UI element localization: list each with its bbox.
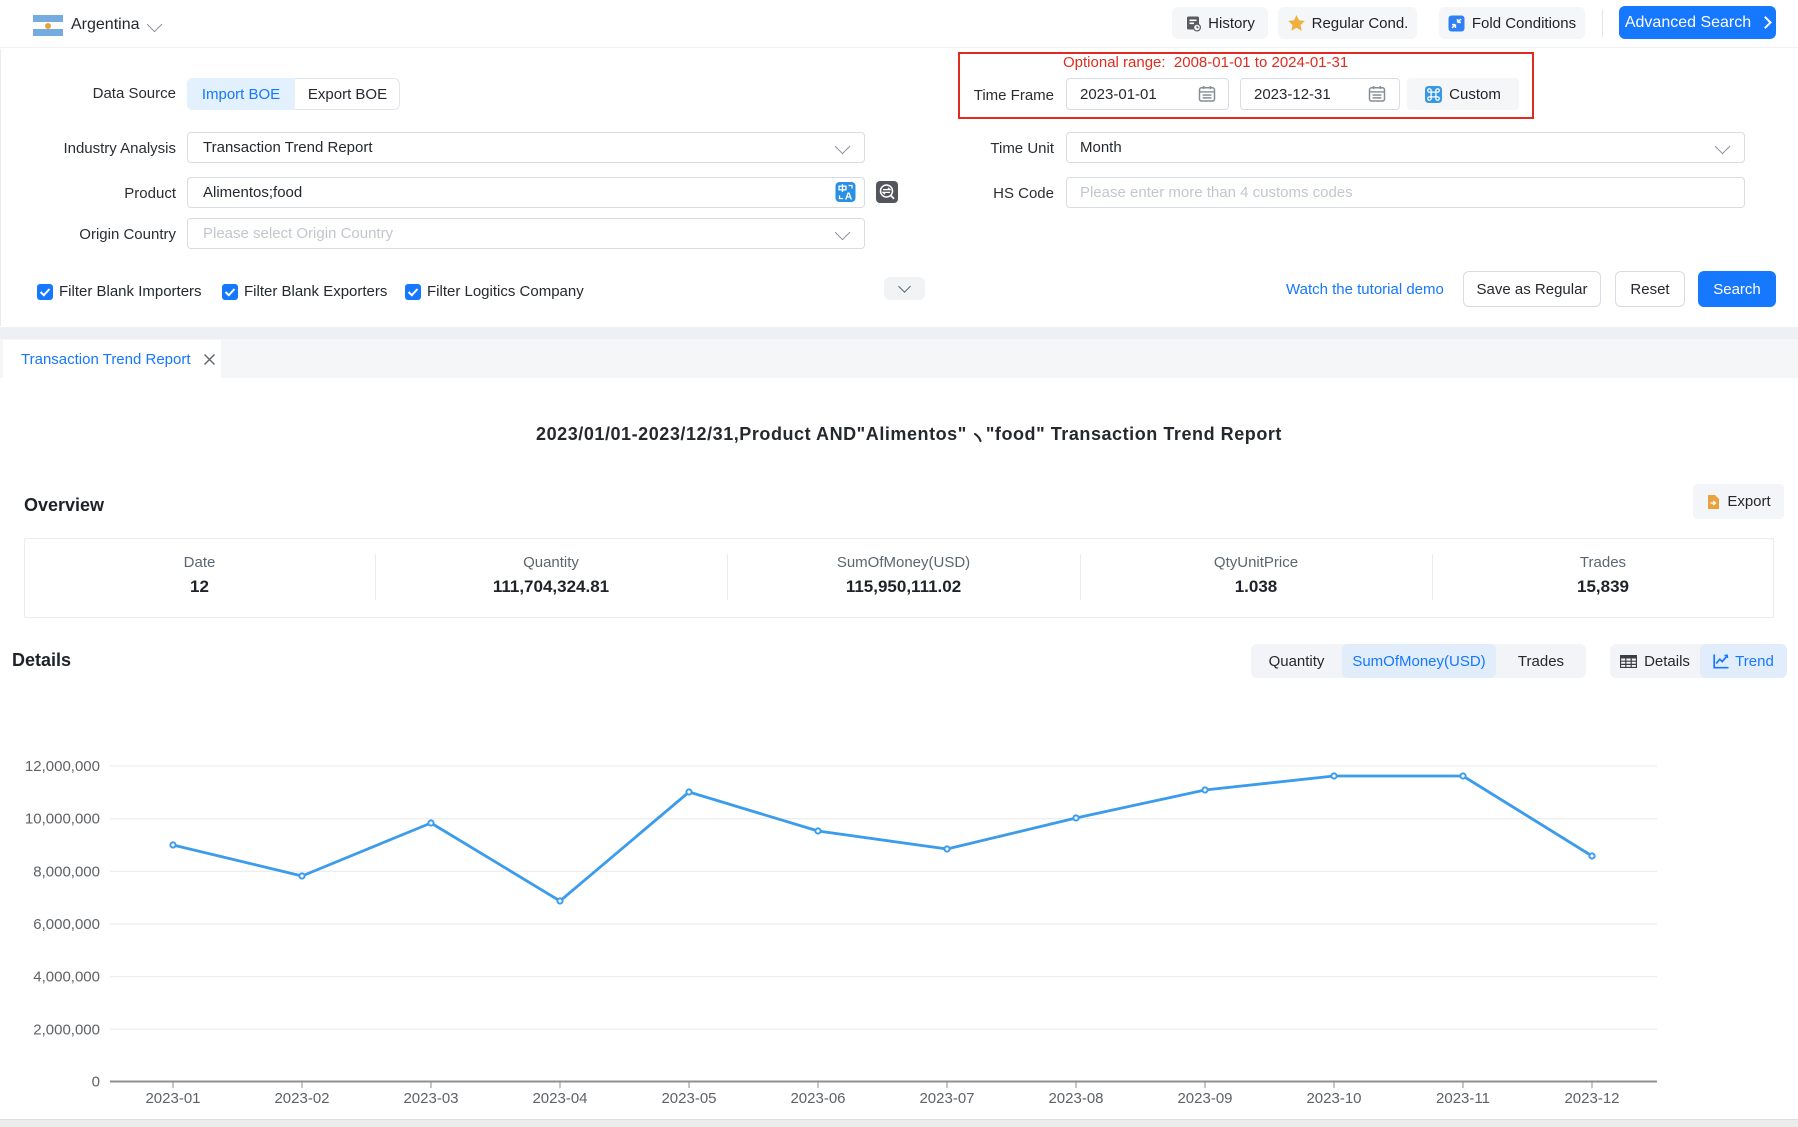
svg-text:2,000,000: 2,000,000 <box>33 1021 100 1038</box>
svg-text:2023-02: 2023-02 <box>274 1090 329 1107</box>
svg-text:10,000,000: 10,000,000 <box>25 811 100 828</box>
svg-text:2023-04: 2023-04 <box>532 1090 587 1107</box>
svg-text:2023-05: 2023-05 <box>661 1090 716 1107</box>
svg-text:2023-12: 2023-12 <box>1564 1090 1619 1107</box>
svg-text:0: 0 <box>92 1074 100 1091</box>
svg-text:2023-06: 2023-06 <box>790 1090 845 1107</box>
svg-text:8,000,000: 8,000,000 <box>33 863 100 880</box>
svg-text:4,000,000: 4,000,000 <box>33 969 100 986</box>
svg-text:2023-08: 2023-08 <box>1048 1090 1103 1107</box>
svg-text:A: A <box>845 191 853 203</box>
svg-text:2023-10: 2023-10 <box>1306 1090 1361 1107</box>
svg-text:12,000,000: 12,000,000 <box>25 758 100 775</box>
svg-text:2023-01: 2023-01 <box>145 1090 200 1107</box>
svg-text:2023-11: 2023-11 <box>1436 1090 1490 1107</box>
svg-text:2023-09: 2023-09 <box>1177 1090 1232 1107</box>
svg-text:2023-03: 2023-03 <box>403 1090 458 1107</box>
svg-text:2023-07: 2023-07 <box>919 1090 974 1107</box>
svg-text:6,000,000: 6,000,000 <box>33 916 100 933</box>
